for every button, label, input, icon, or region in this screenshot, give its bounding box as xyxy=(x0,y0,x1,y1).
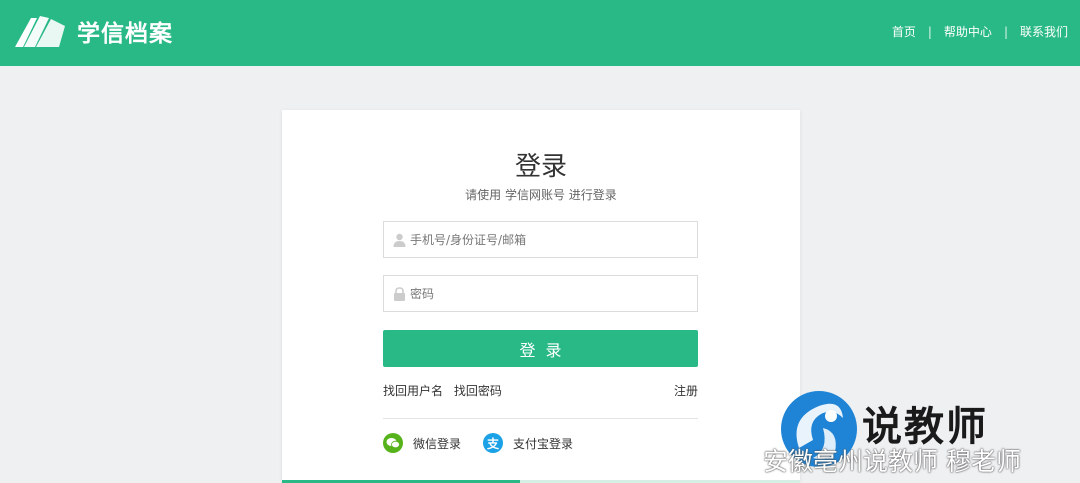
nav-separator: | xyxy=(1003,24,1008,39)
divider xyxy=(383,418,698,419)
password-field[interactable] xyxy=(383,275,698,312)
top-header: 学信档案 首页 | 帮助中心 | 联系我们 xyxy=(0,0,1080,66)
wechat-login-button[interactable]: 微信登录 xyxy=(383,433,461,453)
wechat-icon xyxy=(383,433,403,453)
find-username-link[interactable]: 找回用户名 xyxy=(383,384,443,398)
alipay-icon: 支 xyxy=(483,433,503,453)
alipay-login-label: 支付宝登录 xyxy=(513,436,574,451)
alipay-login-button[interactable]: 支 支付宝登录 xyxy=(483,433,573,453)
find-password-link[interactable]: 找回密码 xyxy=(454,384,502,398)
nav-contact-link[interactable]: 联系我们 xyxy=(1020,23,1068,40)
weibo-icon xyxy=(726,450,758,471)
account-links: 找回用户名 找回密码 注册 xyxy=(383,382,698,399)
password-input[interactable] xyxy=(410,277,697,310)
user-icon xyxy=(384,222,410,257)
watermark-caption-text: 安徽亳州说教师 穆老师 xyxy=(763,447,1021,476)
top-nav: 首页 | 帮助中心 | 联系我们 xyxy=(892,23,1068,40)
nav-separator: | xyxy=(927,24,932,39)
book-pages-icon xyxy=(15,16,65,47)
login-subtitle: 请使用 学信网账号 进行登录 xyxy=(465,188,617,202)
wechat-login-label: 微信登录 xyxy=(413,436,462,451)
login-card: 登录 请使用 学信网账号 进行登录 登录 找回用户名 找回密码 注册 xyxy=(282,110,800,483)
nav-help-link[interactable]: 帮助中心 xyxy=(944,23,992,40)
login-title: 登录 xyxy=(514,152,567,182)
watermark-caption: 安徽亳州说教师 穆老师 xyxy=(725,442,1021,478)
username-field[interactable] xyxy=(383,221,698,258)
lock-icon xyxy=(384,276,410,311)
watermark-overlay: 说教师 安徽亳州说教师 穆老师 xyxy=(725,386,1080,483)
brand-logo[interactable]: 学信档案 xyxy=(13,14,173,48)
login-button[interactable]: 登录 xyxy=(383,330,698,367)
nav-home-link[interactable]: 首页 xyxy=(892,23,916,40)
register-link[interactable]: 注册 xyxy=(674,382,698,399)
brand-name: 学信档案 xyxy=(77,21,173,47)
username-input[interactable] xyxy=(410,223,697,256)
